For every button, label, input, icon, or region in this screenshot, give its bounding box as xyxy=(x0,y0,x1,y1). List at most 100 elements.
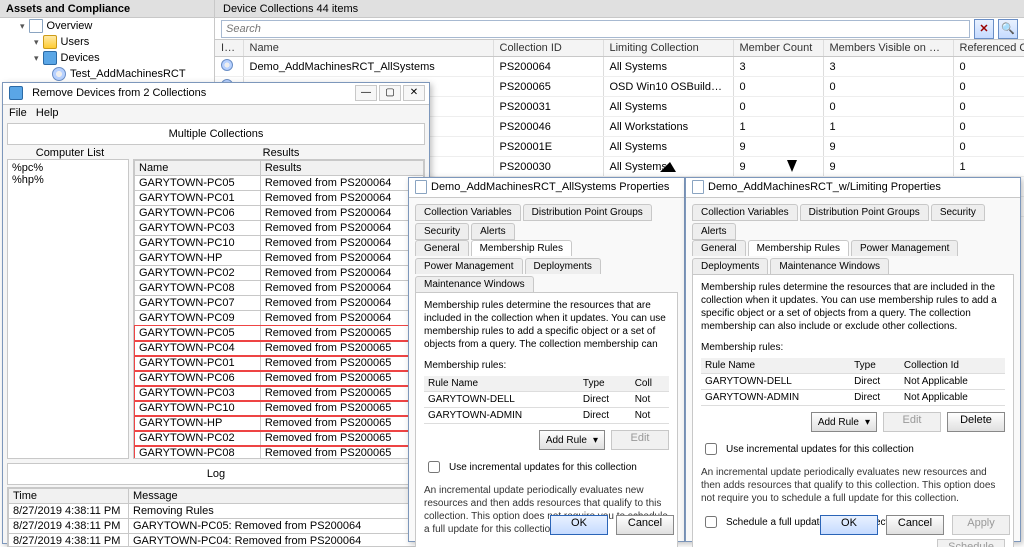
rules-table: Rule Name Type Collection Id GARYTOWN-DE… xyxy=(701,358,1005,406)
tab[interactable]: Security xyxy=(415,223,469,240)
tab[interactable]: General xyxy=(415,240,469,256)
edit-button[interactable]: Edit xyxy=(611,430,669,450)
table-row[interactable]: GARYTOWN-PC03Removed from PS200065 xyxy=(135,386,424,401)
table-row[interactable]: GARYTOWN-PC02Removed from PS200064 xyxy=(135,266,424,281)
tab[interactable]: Membership Rules xyxy=(748,240,849,256)
table-row[interactable]: GARYTOWN-PC08Removed from PS200065 xyxy=(135,446,424,460)
rules-col-name[interactable]: Rule Name xyxy=(701,358,850,374)
results-col-results[interactable]: Results xyxy=(260,161,423,176)
schedule-button[interactable]: Schedule xyxy=(937,539,1005,547)
tree-icon xyxy=(43,35,57,49)
column-header[interactable]: Name xyxy=(243,40,493,57)
nav-item[interactable]: Overview xyxy=(0,18,214,34)
tab[interactable]: Security xyxy=(931,204,985,221)
search-input[interactable] xyxy=(221,20,970,38)
list-item[interactable]: %pc% xyxy=(12,162,124,174)
tab[interactable]: Maintenance Windows xyxy=(415,276,534,292)
tab[interactable]: Power Management xyxy=(415,258,523,274)
table-row[interactable]: 8/27/2019 4:38:11 PMGARYTOWN-PC04: Remov… xyxy=(9,534,424,547)
tree-icon xyxy=(52,67,66,81)
table-row[interactable]: GARYTOWN-PC07Removed from PS200064 xyxy=(135,296,424,311)
results-col-name[interactable]: Name xyxy=(135,161,261,176)
tab[interactable]: Maintenance Windows xyxy=(770,258,889,274)
tab[interactable]: Collection Variables xyxy=(415,204,521,221)
table-row[interactable]: GARYTOWN-PC09Removed from PS200064 xyxy=(135,311,424,326)
table-row[interactable]: GARYTOWN-ADMINDirectNot Applicable xyxy=(701,390,1005,406)
table-row[interactable]: GARYTOWN-ADMINDirectNot xyxy=(424,408,669,424)
membership-description: Membership rules determine the resources… xyxy=(701,281,1005,333)
delete-button[interactable]: Delete xyxy=(947,412,1005,432)
table-row[interactable]: GARYTOWN-PC01Removed from PS200065 xyxy=(135,356,424,371)
tab[interactable]: Distribution Point Groups xyxy=(800,204,929,221)
tab[interactable]: Alerts xyxy=(471,223,515,240)
table-row[interactable]: GARYTOWN-PC08Removed from PS200064 xyxy=(135,281,424,296)
incremental-checkbox[interactable]: Use incremental updates for this collect… xyxy=(701,440,1005,458)
table-row[interactable]: GARYTOWN-PC06Removed from PS200064 xyxy=(135,206,424,221)
tree-icon xyxy=(43,51,57,65)
tab[interactable]: Power Management xyxy=(851,240,959,256)
tab[interactable]: Collection Variables xyxy=(692,204,798,221)
column-header[interactable]: Members Visible on Site xyxy=(823,40,953,57)
table-row[interactable]: GARYTOWN-PC01Removed from PS200064 xyxy=(135,191,424,206)
tab[interactable]: Alerts xyxy=(692,223,736,240)
table-row[interactable]: Demo_AddMachinesRCT_AllSystemsPS200064Al… xyxy=(215,57,1024,77)
table-row[interactable]: 8/27/2019 4:38:11 PMGARYTOWN-PC05: Remov… xyxy=(9,519,424,534)
tab[interactable]: Deployments xyxy=(692,258,768,274)
maximize-button[interactable]: ▢ xyxy=(379,85,401,101)
table-row[interactable]: GARYTOWN-PC10Removed from PS200064 xyxy=(135,236,424,251)
add-rule-dropdown[interactable]: Add Rule ▾ xyxy=(811,412,877,432)
table-row[interactable]: GARYTOWN-PC05Removed from PS200064 xyxy=(135,176,424,191)
multi-collections-label: Multiple Collections xyxy=(7,123,425,145)
rules-col-name[interactable]: Rule Name xyxy=(424,376,579,392)
cancel-button[interactable]: Cancel xyxy=(886,515,944,535)
ok-button[interactable]: OK xyxy=(550,515,608,535)
computer-list[interactable]: %pc%%hp% xyxy=(7,159,129,459)
table-row[interactable]: 8/27/2019 4:38:11 PMRemoving Rules xyxy=(9,504,424,519)
table-row[interactable]: GARYTOWN-PC04Removed from PS200065 xyxy=(135,341,424,356)
cancel-button[interactable]: Cancel xyxy=(616,515,674,535)
column-header[interactable]: Limiting Collection xyxy=(603,40,733,57)
computer-list-header: Computer List xyxy=(7,147,133,159)
menu-file[interactable]: File xyxy=(9,107,27,119)
tab[interactable]: Deployments xyxy=(525,258,601,274)
log-col-time[interactable]: Time xyxy=(9,489,129,504)
remove-devices-dialog: Remove Devices from 2 Collections — ▢ ✕ … xyxy=(2,82,430,544)
apply-button[interactable]: Apply xyxy=(952,515,1010,535)
nav-item[interactable]: Devices xyxy=(0,50,214,66)
results-table-wrap: Name Results GARYTOWN-PC05Removed from P… xyxy=(133,159,425,459)
tab[interactable]: Distribution Point Groups xyxy=(523,204,652,221)
table-row[interactable]: GARYTOWN-HPRemoved from PS200064 xyxy=(135,251,424,266)
table-row[interactable]: GARYTOWN-PC03Removed from PS200064 xyxy=(135,221,424,236)
log-col-message[interactable]: Message xyxy=(129,489,424,504)
table-row[interactable]: GARYTOWN-DELLDirectNot xyxy=(424,392,669,408)
nav-item[interactable]: Test_AddMachinesRCT xyxy=(0,66,214,82)
edit-button[interactable]: Edit xyxy=(883,412,941,432)
rules-col-type[interactable]: Type xyxy=(850,358,900,374)
table-row[interactable]: GARYTOWN-PC05Removed from PS200065 xyxy=(135,326,424,341)
table-row[interactable]: GARYTOWN-HPRemoved from PS200065 xyxy=(135,416,424,431)
rules-col-coll[interactable]: Collection Id xyxy=(900,358,1005,374)
column-header[interactable]: Member Count xyxy=(733,40,823,57)
column-header[interactable]: Referenced Collections xyxy=(953,40,1024,57)
add-rule-dropdown[interactable]: Add Rule ▾ xyxy=(539,430,605,450)
search-button[interactable]: 🔍 xyxy=(998,19,1018,39)
rules-col-coll[interactable]: Coll xyxy=(631,376,669,392)
table-row[interactable]: GARYTOWN-PC06Removed from PS200065 xyxy=(135,371,424,386)
clear-search-button[interactable]: ✕ xyxy=(974,19,994,39)
column-header[interactable]: Collection ID xyxy=(493,40,603,57)
log-table-wrap: Time Message 8/27/2019 4:38:11 PMRemovin… xyxy=(7,487,425,547)
ok-button[interactable]: OK xyxy=(820,515,878,535)
table-row[interactable]: GARYTOWN-PC10Removed from PS200065 xyxy=(135,401,424,416)
tab[interactable]: Membership Rules xyxy=(471,240,572,256)
menu-help[interactable]: Help xyxy=(36,107,59,119)
table-row[interactable]: GARYTOWN-DELLDirectNot Applicable xyxy=(701,374,1005,390)
nav-item[interactable]: Users xyxy=(0,34,214,50)
rules-col-type[interactable]: Type xyxy=(579,376,631,392)
close-button[interactable]: ✕ xyxy=(403,85,425,101)
table-row[interactable]: GARYTOWN-PC02Removed from PS200065 xyxy=(135,431,424,446)
minimize-button[interactable]: — xyxy=(355,85,377,101)
incremental-checkbox[interactable]: Use incremental updates for this collect… xyxy=(424,458,669,476)
column-header[interactable]: Icon xyxy=(215,40,243,57)
tab[interactable]: General xyxy=(692,240,746,256)
list-item[interactable]: %hp% xyxy=(12,174,124,186)
